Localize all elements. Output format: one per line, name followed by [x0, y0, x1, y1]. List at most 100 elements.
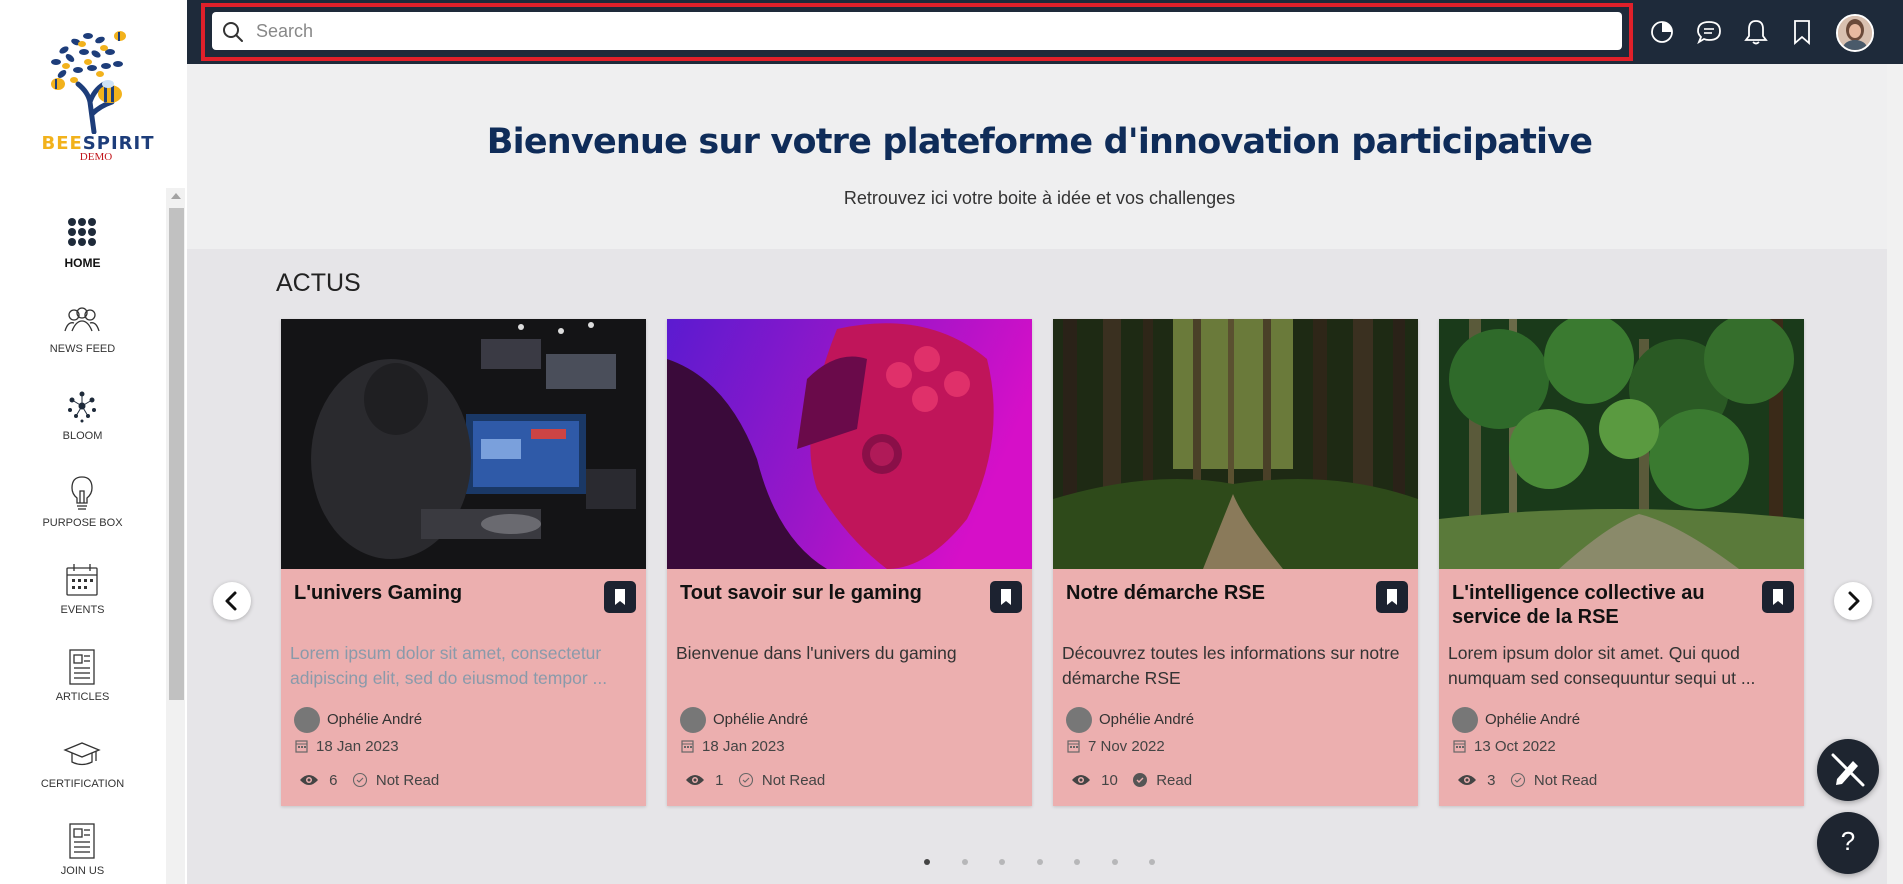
card-date: 18 Jan 2023 [681, 738, 785, 755]
card-date: 7 Nov 2022 [1067, 738, 1165, 755]
carousel-dot[interactable] [1149, 859, 1155, 865]
tree-logo-icon [51, 31, 126, 135]
card-title[interactable]: Tout savoir sur le gaming [680, 581, 980, 605]
card-title[interactable]: L'univers Gaming [294, 581, 594, 605]
author-avatar [1452, 707, 1478, 733]
bookmark-icon[interactable] [1786, 16, 1818, 48]
sidebar-item-join-us[interactable]: JOIN US [0, 821, 165, 884]
chevron-left-icon [225, 591, 237, 611]
eye-icon [300, 775, 318, 786]
document-icon [69, 823, 95, 859]
bloom-icon [68, 391, 96, 423]
avatar-image [1838, 16, 1872, 50]
read-status: Read [1156, 771, 1193, 789]
author-avatar [294, 707, 320, 733]
eye-icon [686, 775, 704, 786]
carousel-dot[interactable] [924, 859, 930, 865]
document-icon [69, 649, 95, 685]
bell-icon[interactable] [1740, 16, 1772, 48]
check-circle-outline-icon [352, 772, 367, 788]
search-input[interactable] [256, 18, 1606, 44]
calendar-icon [681, 740, 694, 753]
card-stats: 10 Read [1071, 771, 1192, 789]
view-count: 1 [715, 771, 724, 789]
check-circle-outline-icon [1510, 772, 1525, 788]
card-image-jungle [1439, 319, 1804, 569]
bookmark-button[interactable] [1762, 581, 1794, 613]
read-status: Not Read [761, 771, 826, 789]
card-image-gaming-controller [667, 319, 1032, 569]
search-box[interactable] [212, 12, 1622, 50]
mute-pen-icon [1831, 753, 1865, 787]
help-label: ? [1840, 826, 1856, 856]
bookmark-button[interactable] [604, 581, 636, 613]
card-stats: 6 Not Read [299, 771, 439, 789]
eye-icon [1458, 775, 1476, 786]
bookmark-button[interactable] [1376, 581, 1408, 613]
sidebar-scrollbar-thumb[interactable] [169, 208, 184, 700]
card-description: Découvrez toutes les informations sur no… [1062, 643, 1400, 688]
search-icon [223, 22, 243, 42]
people-icon [64, 307, 100, 332]
read-status: Not Read [1533, 771, 1598, 789]
sidebar-item-articles[interactable]: ARTICLES [0, 647, 165, 727]
grid-dots-icon [68, 218, 96, 246]
sidebar-item-label: BLOOM [62, 430, 103, 442]
view-count: 3 [1487, 771, 1496, 789]
sidebar-item-label: PURPOSE BOX [42, 517, 123, 529]
page-scrollbar[interactable] [1887, 64, 1903, 884]
card-image-gaming [281, 319, 646, 569]
author-name: Ophélie André [1485, 711, 1581, 728]
author-avatar [680, 707, 706, 733]
news-card[interactable]: L'univers Gaming Lorem ipsum dolor sit a… [281, 319, 646, 806]
lightbulb-icon [71, 476, 93, 510]
sidebar-item-label: ARTICLES [55, 691, 110, 703]
news-card[interactable]: Notre démarche RSE Découvrez toutes les … [1053, 319, 1418, 806]
carousel-dot[interactable] [1111, 859, 1118, 865]
carousel-prev-button[interactable] [213, 582, 251, 620]
card-description: Lorem ipsum dolor sit amet. Qui quod num… [1448, 643, 1756, 688]
sidebar-item-events[interactable]: EVENTS [0, 560, 165, 640]
author-name: Ophélie André [1099, 711, 1195, 728]
card-title[interactable]: Notre démarche RSE [1066, 581, 1366, 605]
section-title: ACTUS [276, 269, 361, 297]
bookmark-button[interactable] [990, 581, 1022, 613]
carousel-next-button[interactable] [1834, 582, 1872, 620]
user-avatar[interactable] [1836, 14, 1874, 52]
bookmark-icon [1001, 589, 1011, 605]
card-description: Bienvenue dans l'univers du gaming [676, 643, 957, 663]
carousel-dot[interactable] [1074, 859, 1080, 865]
sidebar-item-purpose-box[interactable]: PURPOSE BOX [0, 473, 165, 553]
page-subtitle: Retrouvez ici votre boite à idée et vos … [843, 188, 1236, 208]
bookmark-icon [1387, 589, 1397, 605]
sidebar: BEESPIRIT DEMO HOME NEWS FEED BLOOM PURP… [0, 0, 187, 884]
check-circle-filled-icon [1133, 773, 1148, 788]
card-date: 13 Oct 2022 [1453, 738, 1556, 755]
news-card[interactable]: L'intelligence collective au service de … [1439, 319, 1804, 806]
graduation-cap-icon [63, 742, 101, 766]
sidebar-item-label: CERTIFICATION [40, 778, 125, 790]
scroll-up-arrow-icon[interactable] [171, 193, 181, 199]
news-card[interactable]: Tout savoir sur le gaming Bienvenue dans… [667, 319, 1032, 806]
help-button[interactable]: ? [1817, 812, 1879, 874]
sidebar-item-home[interactable]: HOME [0, 212, 165, 292]
read-status: Not Read [375, 771, 440, 789]
carousel-dot[interactable] [999, 859, 1005, 865]
pie-chart-icon[interactable] [1646, 16, 1678, 48]
sidebar-item-certification[interactable]: CERTIFICATION [0, 734, 165, 814]
beespirit-logo[interactable]: BEESPIRIT DEMO [34, 22, 158, 167]
card-date: 18 Jan 2023 [295, 738, 399, 755]
bookmark-icon [615, 589, 625, 605]
sidebar-item-bloom[interactable]: BLOOM [0, 386, 165, 466]
card-image-forest-path [1053, 319, 1418, 569]
sidebar-item-news-feed[interactable]: NEWS FEED [0, 299, 165, 379]
sidebar-item-label: JOIN US [60, 865, 105, 877]
sidebar-item-label: EVENTS [60, 604, 105, 616]
calendar-icon [66, 564, 98, 596]
carousel-dot[interactable] [1036, 859, 1043, 865]
carousel-dot[interactable] [961, 859, 968, 865]
card-title[interactable]: L'intelligence collective au service de … [1452, 581, 1752, 629]
chat-icon[interactable] [1693, 16, 1725, 48]
accessibility-toggle-button[interactable] [1817, 739, 1879, 801]
bookmark-icon [1773, 589, 1783, 605]
